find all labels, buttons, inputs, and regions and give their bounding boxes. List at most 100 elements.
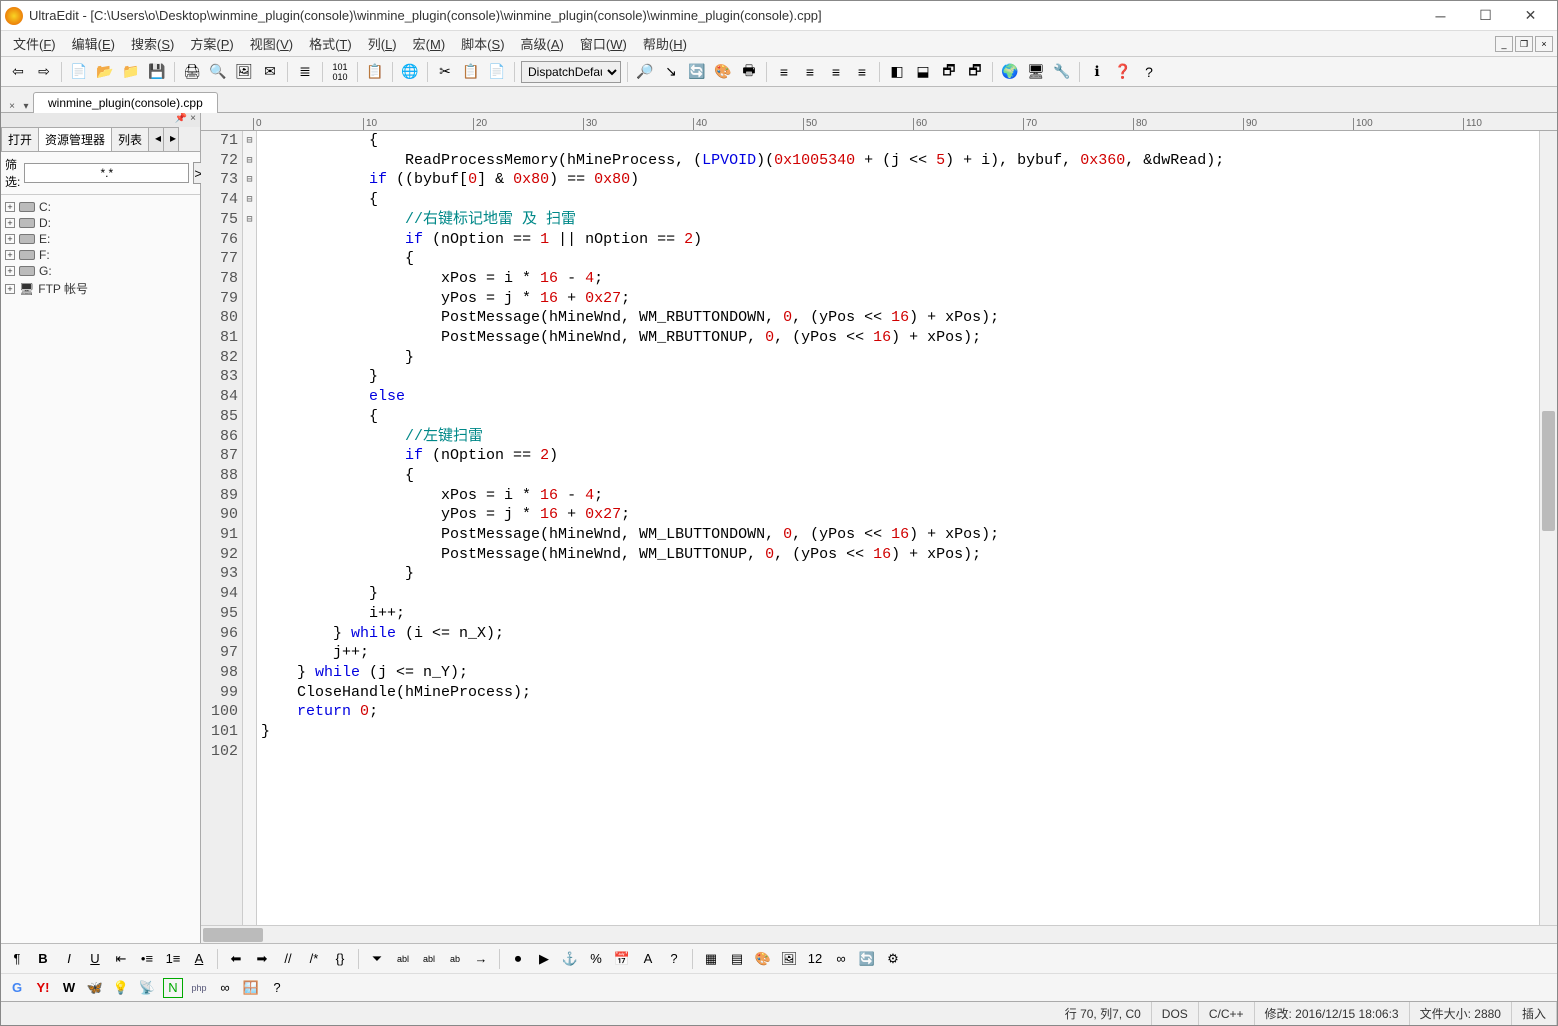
align-justify-icon[interactable]: ≡	[851, 61, 873, 83]
menu-item[interactable]: 宏(M)	[405, 35, 454, 54]
drive-tree[interactable]: +C:+D:+E:+F:+G:+🖥FTP 帐号	[1, 195, 200, 943]
refresh-icon[interactable]: 🔄	[857, 949, 877, 969]
tab-close-all-icon[interactable]: ×	[5, 101, 19, 112]
uncomment-icon[interactable]: /*	[304, 949, 324, 969]
google-icon[interactable]: G	[7, 978, 27, 998]
wiki-icon[interactable]: W	[59, 978, 79, 998]
new-icon[interactable]: 📄	[68, 61, 90, 83]
minimize-button[interactable]: ─	[1418, 2, 1463, 30]
monitor-icon[interactable]: 🖥	[1025, 61, 1047, 83]
code-editor[interactable]: { ReadProcessMemory(hMineProcess, (LPVOI…	[257, 131, 1539, 925]
globe-icon[interactable]: 🌐	[399, 61, 421, 83]
php-icon[interactable]: php	[189, 978, 209, 998]
tool-icon[interactable]: 🔧	[1051, 61, 1073, 83]
netscape-icon[interactable]: N	[163, 978, 183, 998]
line-gutter[interactable]: 71 72 73 74 75 76 77 78 79 80 81 82 83 8…	[201, 131, 243, 925]
file-tab[interactable]: winmine_plugin(console).cpp	[33, 92, 218, 113]
cascade-icon[interactable]: 🗗	[964, 61, 986, 83]
underline-icon[interactable]: U	[85, 949, 105, 969]
drive-node[interactable]: +G:	[5, 263, 196, 279]
bold-icon[interactable]: B	[33, 949, 53, 969]
grid-icon[interactable]: ▦	[701, 949, 721, 969]
split-v-icon[interactable]: ⬓	[912, 61, 934, 83]
sidetab-explorer[interactable]: 资源管理器	[38, 127, 112, 151]
drive-node[interactable]: +E:	[5, 231, 196, 247]
img-icon[interactable]: 🖼	[779, 949, 799, 969]
expand-icon[interactable]: +	[5, 202, 15, 212]
infinity-icon[interactable]: ∞	[215, 978, 235, 998]
print-icon[interactable]: 🖨	[181, 61, 203, 83]
split-h-icon[interactable]: ◧	[886, 61, 908, 83]
play-icon[interactable]: ▶	[534, 949, 554, 969]
expand-icon[interactable]: +	[5, 218, 15, 228]
cut-icon[interactable]: ✂	[434, 61, 456, 83]
replace-icon[interactable]: 🔄	[686, 61, 708, 83]
rss-icon[interactable]: 📡	[137, 978, 157, 998]
image-icon[interactable]: 🖼	[233, 61, 255, 83]
horizontal-scrollbar[interactable]	[201, 925, 1557, 943]
num-icon[interactable]: 12	[805, 949, 825, 969]
menu-item[interactable]: 帮助(H)	[635, 35, 695, 54]
filter-input[interactable]	[24, 163, 189, 183]
forward-icon[interactable]: ⇨	[33, 61, 55, 83]
ab-icon[interactable]: ab	[445, 949, 465, 969]
back-icon[interactable]: ⇦	[7, 61, 29, 83]
printer-icon[interactable]: 🖶	[738, 61, 760, 83]
menu-item[interactable]: 方案(P)	[182, 35, 241, 54]
sidetab-right-icon[interactable]: ▸	[163, 127, 179, 151]
menu-item[interactable]: 文件(F)	[5, 35, 64, 54]
expand-icon[interactable]: +	[5, 266, 15, 276]
anchor-icon[interactable]: ⚓	[560, 949, 580, 969]
hex-icon[interactable]: 101010	[329, 61, 351, 83]
expand-icon[interactable]: +	[5, 234, 15, 244]
maximize-button[interactable]: ☐	[1463, 2, 1508, 30]
help2-icon[interactable]: ?	[664, 949, 684, 969]
settings-icon[interactable]: ⚙	[883, 949, 903, 969]
paste-icon[interactable]: 📄	[486, 61, 508, 83]
function-combo[interactable]: DispatchDefau	[521, 61, 621, 83]
ol-icon[interactable]: 1≡	[163, 949, 183, 969]
sidetab-left-icon[interactable]: ◂	[148, 127, 164, 151]
email-icon[interactable]: ✉	[259, 61, 281, 83]
menu-item[interactable]: 格式(T)	[301, 35, 360, 54]
list-icon[interactable]: ≣	[294, 61, 316, 83]
abi-icon[interactable]: abl	[419, 949, 439, 969]
copy-icon[interactable]: 📋	[460, 61, 482, 83]
msn-icon[interactable]: 🦋	[85, 978, 105, 998]
drive-node[interactable]: +F:	[5, 247, 196, 263]
about-icon[interactable]: ?	[1138, 61, 1160, 83]
folder-icon[interactable]: 📁	[120, 61, 142, 83]
web-icon[interactable]: 🌍	[999, 61, 1021, 83]
block-icon[interactable]: {}	[330, 949, 350, 969]
menu-item[interactable]: 列(L)	[360, 35, 405, 54]
indent-right-icon[interactable]: ➡	[252, 949, 272, 969]
mdi-close-icon[interactable]: ×	[1535, 36, 1553, 52]
find-next-icon[interactable]: ↘	[660, 61, 682, 83]
ul-icon[interactable]: •≡	[137, 949, 157, 969]
drive-node[interactable]: +C:	[5, 199, 196, 215]
window-icon[interactable]: 🗗	[938, 61, 960, 83]
menu-item[interactable]: 搜索(S)	[123, 35, 182, 54]
tab-dropdown-icon[interactable]: ▾	[19, 101, 33, 112]
caseA-icon[interactable]: A	[638, 949, 658, 969]
menu-item[interactable]: 高级(A)	[513, 35, 572, 54]
sidetab-list[interactable]: 列表	[111, 127, 149, 151]
menu-item[interactable]: 编辑(E)	[64, 35, 123, 54]
yahoo-icon[interactable]: Y!	[33, 978, 53, 998]
expand-icon[interactable]: +	[5, 250, 15, 260]
question-icon[interactable]: ?	[267, 978, 287, 998]
help-icon[interactable]: ❓	[1112, 61, 1134, 83]
menu-item[interactable]: 脚本(S)	[453, 35, 512, 54]
color-icon[interactable]: 🎨	[753, 949, 773, 969]
para-icon[interactable]: ¶	[7, 949, 27, 969]
find-icon[interactable]: 🔎	[634, 61, 656, 83]
fold-gutter[interactable]: ⊟ ⊟ ⊟ ⊟ ⊟	[243, 131, 257, 925]
windows-icon[interactable]: 🪟	[241, 978, 261, 998]
mdi-restore-icon[interactable]: ❐	[1515, 36, 1533, 52]
doc-icon[interactable]: 📋	[364, 61, 386, 83]
preview-icon[interactable]: 🔍	[207, 61, 229, 83]
drive-node[interactable]: +D:	[5, 215, 196, 231]
save-icon[interactable]: 💾	[146, 61, 168, 83]
comment-icon[interactable]: //	[278, 949, 298, 969]
menu-item[interactable]: 视图(V)	[242, 35, 301, 54]
